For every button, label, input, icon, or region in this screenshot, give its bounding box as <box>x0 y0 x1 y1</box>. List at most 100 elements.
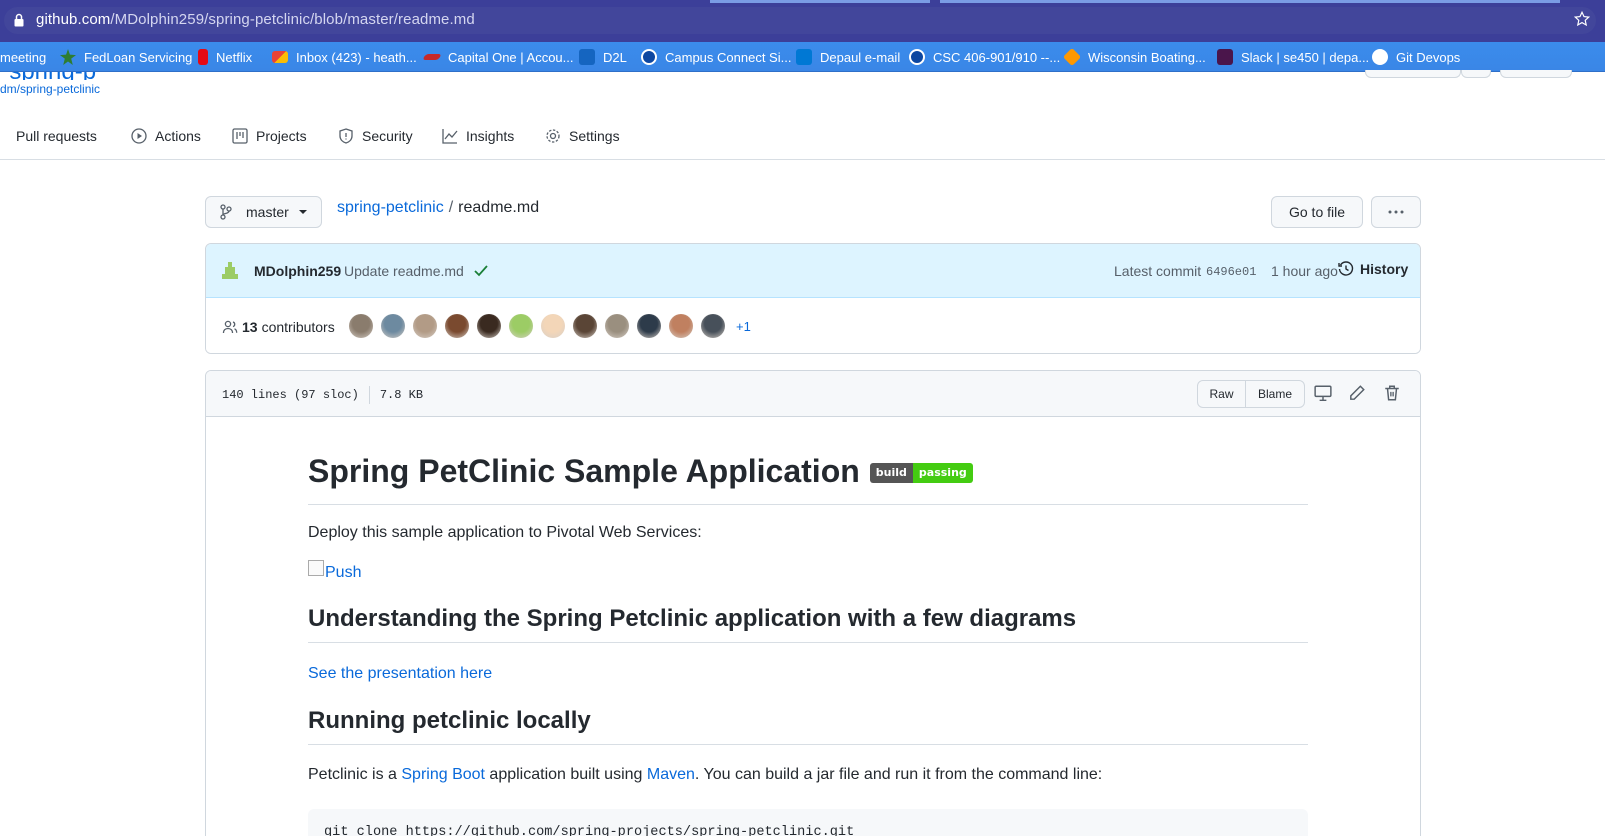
bookmark-inbox[interactable]: Inbox (423) - heath... <box>272 42 417 72</box>
bookmark-campus-connect[interactable]: Campus Connect Si... <box>641 42 791 72</box>
commit-time: 1 hour ago <box>1271 263 1338 279</box>
divider <box>368 386 370 404</box>
watch-button[interactable] <box>1365 70 1461 78</box>
contributors-count: 13 <box>242 319 258 335</box>
commit-message[interactable]: Update readme.md <box>344 263 464 279</box>
breadcrumb-filename: readme.md <box>458 199 540 216</box>
bookmark-git-devops[interactable]: Git Devops <box>1372 42 1460 72</box>
repo-title-cut: / spring-p <box>0 72 140 80</box>
raw-blame-group: Raw Blame <box>1197 380 1305 408</box>
readme-title-text: Spring PetClinic Sample Application <box>308 453 860 489</box>
contributor-avatar[interactable] <box>445 314 469 338</box>
pencil-icon[interactable] <box>1348 384 1366 402</box>
bookmark-fedloan[interactable]: FedLoan Servicing <box>60 42 192 72</box>
people-icon <box>222 320 238 334</box>
bookmark-label: Git Devops <box>1396 49 1461 65</box>
bookmark-label: CSC 406-901/910 --... <box>933 49 1061 65</box>
deploy-paragraph: Deploy this sample application to Pivota… <box>308 524 702 541</box>
contributor-avatar[interactable] <box>701 314 725 338</box>
star-button[interactable] <box>1500 70 1572 78</box>
tab-label: Settings <box>569 128 620 144</box>
tab-pull-requests[interactable]: Pull requests <box>0 128 97 144</box>
browser-address-bar: github.com/MDolphin259/spring-petclinic/… <box>0 0 1605 42</box>
bookmark-netflix[interactable]: Netflix <box>198 42 252 72</box>
tab-insights[interactable]: Insights <box>442 128 514 144</box>
bookmark-label: Capital One | Accou... <box>448 49 574 65</box>
shield-icon <box>339 128 353 144</box>
push-alt-text: Push <box>325 564 362 581</box>
trash-icon[interactable] <box>1383 384 1401 402</box>
contributor-avatar[interactable] <box>381 314 405 338</box>
more-contributors-link[interactable]: +1 <box>736 319 751 334</box>
file-header: 140 lines (97 sloc) 7.8 KB Raw Blame <box>206 371 1420 417</box>
contributor-avatar[interactable] <box>541 314 565 338</box>
branch-name: master <box>246 204 289 220</box>
desktop-icon[interactable] <box>1314 384 1332 402</box>
lock-icon[interactable] <box>14 13 24 27</box>
contributors-label: contributors <box>261 319 335 335</box>
build-status-badge[interactable]: build passing <box>869 463 973 483</box>
contributor-avatar[interactable] <box>605 314 629 338</box>
bookmark-wisconsin[interactable]: Wisconsin Boating... <box>1062 42 1206 72</box>
url-text[interactable]: github.com/MDolphin259/spring-petclinic/… <box>36 11 475 28</box>
tab-projects[interactable]: Projects <box>232 128 307 144</box>
capitalone-icon <box>422 54 442 60</box>
go-to-file-button[interactable]: Go to file <box>1271 196 1363 228</box>
running-text-1: Petclinic is a <box>308 766 402 783</box>
contributor-avatar[interactable] <box>349 314 373 338</box>
tab-actions[interactable]: Actions <box>131 128 201 144</box>
maven-link[interactable]: Maven <box>647 766 695 783</box>
projects-icon <box>232 128 248 144</box>
forked-from-link[interactable]: dm/spring-petclinic <box>0 82 100 96</box>
wisconsin-icon <box>1062 47 1082 67</box>
bookmark-label: Netflix <box>216 49 253 65</box>
contributor-avatar[interactable] <box>669 314 693 338</box>
commit-author[interactable]: MDolphin259 <box>254 263 341 279</box>
bookmark-slack[interactable]: Slack | se450 | depa... <box>1217 42 1369 72</box>
blame-button[interactable]: Blame <box>1246 381 1304 407</box>
tab-label: Projects <box>256 128 307 144</box>
kebab-horizontal-icon <box>1388 210 1404 214</box>
code-block: git clone https://github.com/spring-proj… <box>308 809 1308 836</box>
broken-image-icon <box>308 560 324 576</box>
running-text-3: . You can build a jar file and run it fr… <box>694 766 1103 783</box>
raw-button[interactable]: Raw <box>1198 381 1246 407</box>
tab-security[interactable]: Security <box>338 128 413 144</box>
watch-dropdown-button[interactable] <box>1461 70 1491 78</box>
push-image-link[interactable]: Push <box>308 560 362 582</box>
bookmark-csc[interactable]: CSC 406-901/910 --... <box>909 42 1060 72</box>
commit-sha[interactable]: 6496e01 <box>1206 265 1256 279</box>
campus-connect-icon <box>641 49 657 65</box>
bookmark-star-icon[interactable] <box>1573 10 1591 28</box>
fedloan-icon <box>60 49 76 65</box>
d2l-icon <box>579 49 595 65</box>
latest-commit-box: MDolphin259 Update readme.md Latest comm… <box>205 243 1421 354</box>
commit-row: MDolphin259 Update readme.md Latest comm… <box>206 244 1420 298</box>
author-avatar[interactable] <box>220 260 240 280</box>
contributor-avatar[interactable] <box>573 314 597 338</box>
history-link[interactable]: History <box>1338 261 1408 277</box>
contributor-avatar[interactable] <box>637 314 661 338</box>
bookmark-depaul-email[interactable]: Depaul e-mail <box>796 42 900 72</box>
more-options-button[interactable] <box>1371 196 1421 228</box>
contributors-link[interactable]: 13 contributors <box>222 319 335 335</box>
contributor-avatar[interactable] <box>413 314 437 338</box>
contributor-avatar[interactable] <box>477 314 501 338</box>
breadcrumb-repo-link[interactable]: spring-petclinic <box>337 199 444 216</box>
check-icon[interactable] <box>474 265 488 277</box>
tab-settings[interactable]: Settings <box>545 128 620 144</box>
bookmark-capitalone[interactable]: Capital One | Accou... <box>422 42 574 72</box>
code-line: git clone https://github.com/spring-proj… <box>324 825 855 836</box>
branch-select-button[interactable]: master <box>205 196 322 228</box>
spring-boot-link[interactable]: Spring Boot <box>401 766 485 783</box>
contributor-avatar[interactable] <box>509 314 533 338</box>
bookmark-meeting[interactable]: meeting <box>0 42 46 72</box>
file-info: 140 lines (97 sloc) 7.8 KB <box>222 386 423 404</box>
tab-strip-edge <box>710 0 930 3</box>
badge-left: build <box>869 463 913 483</box>
git-branch-icon <box>220 204 232 220</box>
github-icon <box>1372 49 1388 65</box>
presentation-link[interactable]: See the presentation here <box>308 665 492 683</box>
bookmark-label: D2L <box>603 49 627 65</box>
bookmark-d2l[interactable]: D2L <box>579 42 627 72</box>
